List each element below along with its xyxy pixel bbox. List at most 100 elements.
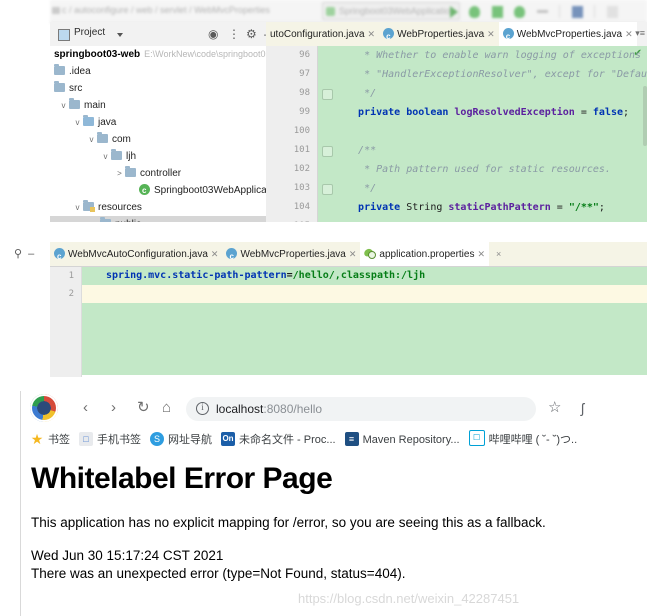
tree-label: controller <box>140 168 182 180</box>
run-configuration-selector[interactable]: Springboot03WebApplication <box>322 2 460 20</box>
line-number: 103 <box>293 183 310 193</box>
stop-icon[interactable] <box>536 10 548 14</box>
settings-icon[interactable] <box>606 5 618 18</box>
home-button[interactable]: ⌂ <box>162 398 171 418</box>
chevron-collapsed-icon[interactable]: > <box>114 165 125 182</box>
debug-icon[interactable] <box>469 5 481 18</box>
code-token: ; <box>598 202 605 213</box>
line-number: 102 <box>293 164 310 174</box>
bookmark-item[interactable]: ★ 书签 <box>30 427 70 453</box>
tab-close-all[interactable]: × <box>489 242 505 266</box>
tab-webmvcproperties[interactable]: WebMvcProperties.java✕ <box>498 22 637 46</box>
tree-row-controller[interactable]: > controller <box>50 165 266 182</box>
code-line: 104 private String staticPathPattern = "… <box>266 198 647 217</box>
tab-label: WebMvcAutoConfiguration.java <box>68 249 208 260</box>
code-text: * Path pattern used for static resources… <box>340 164 611 175</box>
fold-marker-icon[interactable] <box>322 89 333 100</box>
fold-marker-icon[interactable] <box>322 146 333 157</box>
tree-row-ljh[interactable]: v ljh <box>50 148 266 165</box>
tree-row-project[interactable]: springboot03-web E:\WorkNew\code\springbo… <box>50 46 266 63</box>
code-token: = <box>556 202 569 213</box>
bookmark-label: 哔哩哔哩 ( ˘- ˘)つ.. <box>488 434 578 446</box>
close-icon[interactable]: ✕ <box>487 29 495 39</box>
tab-webmvcautoconfiguration[interactable]: WebMvcAutoConfiguration.java✕ <box>50 242 222 266</box>
tool-window-buttons[interactable]: ⚲ – <box>14 242 50 266</box>
bookmark-item[interactable]: ☐ 哔哩哔哩 ( ˘- ˘)つ.. <box>468 427 578 453</box>
chevron-expanded-icon[interactable]: v <box>58 97 69 114</box>
tree-label: public <box>115 219 141 222</box>
tree-row-src[interactable]: src <box>50 80 266 97</box>
tree-row-com[interactable]: v com <box>50 131 266 148</box>
spring-boot-class-icon <box>139 182 150 199</box>
tree-label: Springboot03WebApplication <box>154 185 267 196</box>
extensions-icon[interactable]: ʃ <box>581 399 584 417</box>
close-icon[interactable]: ✕ <box>477 249 485 259</box>
search-everywhere-icon[interactable] <box>571 5 583 18</box>
collapse-all-icon[interactable]: ⋮ <box>228 27 240 41</box>
editor-tab-bar[interactable]: utoConfiguration.java✕WebProperties.java… <box>266 22 647 47</box>
project-tree[interactable]: springboot03-web E:\WorkNew\code\springbo… <box>50 46 267 222</box>
folder-icon <box>52 7 60 14</box>
fold-marker-icon[interactable] <box>322 184 333 195</box>
tab-webmvcproperties[interactable]: WebMvcProperties.java✕ <box>222 242 360 266</box>
properties-line-2[interactable] <box>82 285 647 303</box>
tree-row-application-class[interactable]: Springboot03WebApplication <box>50 182 266 199</box>
project-root-path: E:\WorkNew\code\springboot03-web <box>144 49 266 59</box>
properties-editor-tab-bar[interactable]: WebMvcAutoConfiguration.java✕WebMvcPrope… <box>50 242 647 267</box>
close-icon[interactable]: ✕ <box>368 29 376 39</box>
profile-icon[interactable] <box>514 5 526 18</box>
info-circle-icon[interactable] <box>196 402 209 415</box>
editor-empty-area[interactable] <box>82 303 647 375</box>
reload-button[interactable]: ↻ <box>137 398 150 418</box>
property-key: spring.mvc.static-path-pattern <box>106 270 287 281</box>
target-icon[interactable]: ◉ <box>208 27 218 41</box>
back-button[interactable]: ‹ <box>83 398 88 418</box>
bookmark-star-icon[interactable]: ☆ <box>548 399 561 417</box>
folder-icon <box>54 64 65 75</box>
tree-row-java[interactable]: v java <box>50 114 266 131</box>
chevron-expanded-icon[interactable]: v <box>100 148 111 165</box>
tree-row-main[interactable]: v main <box>50 97 266 114</box>
chevron-expanded-icon[interactable]: v <box>86 131 97 148</box>
tab-webmvcautoconfiguration[interactable]: utoConfiguration.java ✕ <box>266 22 380 46</box>
resource-folder-icon <box>83 200 95 213</box>
code-token: private <box>340 202 407 213</box>
bookmarks-bar[interactable]: ★ 书签 □ 手机书签 S 网址导航 On 未命名文件 - Proc... ≡ Maven Rep… <box>21 427 647 453</box>
tree-row-resources-root[interactable]: v resources <box>50 199 266 216</box>
package-icon <box>111 149 122 161</box>
chevron-down-icon[interactable] <box>117 33 123 37</box>
bookmark-item[interactable]: S 网址导航 <box>150 427 212 453</box>
code-token: "/**" <box>568 202 599 213</box>
maven-icon: ≡ <box>344 432 359 446</box>
tree-label: com <box>112 134 131 146</box>
onenote-icon: On <box>221 432 235 446</box>
properties-code-editor[interactable]: 1 2 spring.mvc.static-path-pattern=/hell… <box>50 267 647 383</box>
tree-row-public[interactable]: public <box>50 216 266 222</box>
bookmark-item[interactable]: On 未命名文件 - Proc... <box>221 427 336 453</box>
chevron-expanded-icon[interactable]: v <box>72 114 83 131</box>
bookmark-item[interactable]: □ 手机书签 <box>79 427 141 453</box>
tab-overflow-icon[interactable]: ▾≡ <box>635 28 645 39</box>
properties-line-1[interactable]: spring.mvc.static-path-pattern=/hello/,c… <box>82 267 647 285</box>
chevron-expanded-icon[interactable]: v <box>72 199 83 216</box>
gear-icon[interactable]: ⚙ <box>246 27 257 41</box>
tree-row-idea[interactable]: .idea <box>50 63 266 80</box>
address-bar[interactable]: localhost:8080/hello <box>186 397 536 421</box>
run-icon[interactable] <box>450 5 458 18</box>
forward-button[interactable]: › <box>111 398 116 418</box>
java-class-icon <box>383 25 395 46</box>
close-icon[interactable]: ✕ <box>625 29 633 39</box>
watermark: https://blog.csdn.net/weixin_42287451 <box>298 591 520 606</box>
tab-application-properties[interactable]: application.properties ✕ <box>360 242 490 266</box>
code-line: 102 * Path pattern used for static resou… <box>266 160 647 179</box>
tab-webproperties[interactable]: WebProperties.java✕ <box>379 22 499 46</box>
address-path: :8080/hello <box>263 402 323 416</box>
line-number: 101 <box>293 145 310 155</box>
close-icon[interactable]: ✕ <box>211 249 219 259</box>
tree-label: java <box>98 117 117 129</box>
close-icon[interactable]: × <box>496 249 501 259</box>
bookmark-item[interactable]: ≡ Maven Repository... <box>344 427 460 453</box>
code-editor[interactable]: ✔ 96 * Whether to enable warn logging of… <box>266 46 647 222</box>
run-with-coverage-icon[interactable] <box>491 5 503 18</box>
close-icon[interactable]: ✕ <box>349 249 357 259</box>
